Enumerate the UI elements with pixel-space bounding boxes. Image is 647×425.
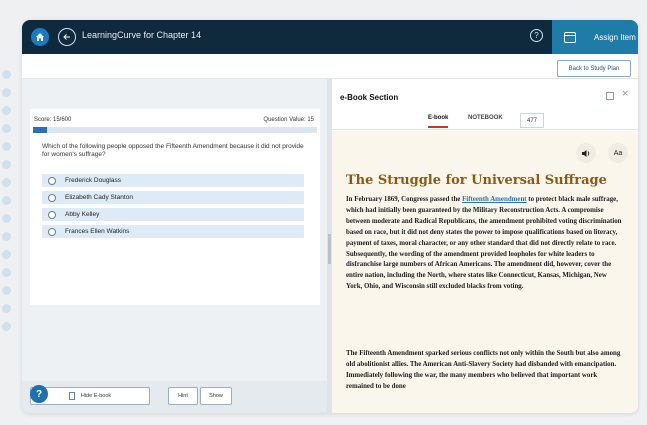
top-bar: LearningCurve for Chapter 14 ? Assign It…	[22, 20, 638, 54]
progress-fill	[33, 127, 48, 133]
home-icon	[36, 33, 44, 41]
radio-button[interactable]	[48, 193, 56, 202]
help-icon[interactable]: ?	[530, 29, 543, 42]
answer-option-label: Elizabeth Cady Stanton	[65, 194, 133, 201]
fifteenth-amendment-link[interactable]: Fifteenth Amendment	[462, 196, 527, 203]
answer-option[interactable]: Frederick Douglass	[42, 174, 304, 187]
tab-ebook[interactable]: E-book	[428, 115, 449, 128]
home-button[interactable]	[31, 28, 49, 46]
assign-item-label: Assign Item	[594, 32, 636, 42]
drag-handle-icon[interactable]	[328, 234, 331, 264]
back-to-study-plan-button[interactable]: Back to Study Plan	[557, 60, 631, 77]
question-value-label: Question Value: 15	[263, 117, 314, 123]
paragraph-text: to protect black male suffrage, which ha…	[346, 196, 622, 291]
help-button[interactable]: ?	[30, 385, 48, 403]
answer-option-label: Frederick Douglass	[65, 177, 121, 184]
close-icon[interactable]: ×	[622, 89, 628, 100]
book-icon	[68, 392, 75, 400]
tab-page-count[interactable]: 477	[520, 113, 544, 128]
calendar-icon	[564, 31, 576, 43]
back-button[interactable]	[58, 28, 76, 46]
arrow-left-icon	[63, 34, 70, 40]
answer-option[interactable]: Elizabeth Cady Stanton	[42, 191, 304, 204]
ebook-tabs: E-book NOTEBOOK 477	[332, 113, 638, 130]
section-heading: The Struggle for Universal Suffrage	[346, 173, 607, 188]
score-label: Score: 15/600	[34, 117, 72, 123]
app-window: LearningCurve for Chapter 14 ? Assign It…	[22, 20, 638, 413]
audio-button[interactable]	[576, 143, 596, 163]
decorative-dots	[0, 70, 14, 340]
assign-item-button[interactable]: Assign Item	[552, 20, 638, 54]
answer-option[interactable]: Abby Kelley	[42, 208, 304, 221]
paragraph: In February 1869, Congress passed the Fi…	[346, 195, 624, 293]
ebook-content: Aa The Struggle for Universal Suffrage I…	[332, 131, 638, 413]
progress-bar	[33, 127, 317, 133]
question-text: Which of the following people opposed th…	[42, 143, 304, 158]
hide-ebook-label: Hide E-book	[80, 393, 112, 399]
speaker-icon	[582, 149, 590, 157]
external-link-icon[interactable]	[606, 92, 614, 100]
answer-option-label: Abby Kelley	[65, 211, 100, 218]
page-title: LearningCurve for Chapter 14	[82, 30, 202, 40]
question-pane: Score: 15/600 Question Value: 15 Which o…	[22, 79, 327, 413]
hint-button[interactable]: Hint	[168, 387, 198, 405]
radio-button[interactable]	[48, 176, 56, 185]
text-size-button[interactable]: Aa	[608, 143, 628, 163]
answer-option-label: Frances Ellen Watkins	[65, 228, 130, 235]
radio-button[interactable]	[48, 210, 56, 219]
ebook-pane: e-Book Section × E-book NOTEBOOK 477 Aa …	[332, 79, 638, 413]
answer-option[interactable]: Frances Ellen Watkins	[42, 225, 304, 238]
radio-button[interactable]	[48, 227, 56, 236]
question-card: Score: 15/600 Question Value: 15 Which o…	[30, 109, 320, 305]
paragraph-text: In February 1869, Congress passed the	[346, 196, 463, 203]
paragraph: The Fifteenth Amendment sparked serious …	[346, 350, 621, 390]
tab-notebook[interactable]: NOTEBOOK	[468, 115, 503, 126]
hide-ebook-button[interactable]: Hide E-book	[30, 387, 150, 405]
ebook-section-title: e-Book Section	[340, 93, 399, 102]
question-toolbar: Hide E-book Hint Show	[22, 381, 327, 413]
show-button[interactable]: Show	[200, 387, 232, 405]
